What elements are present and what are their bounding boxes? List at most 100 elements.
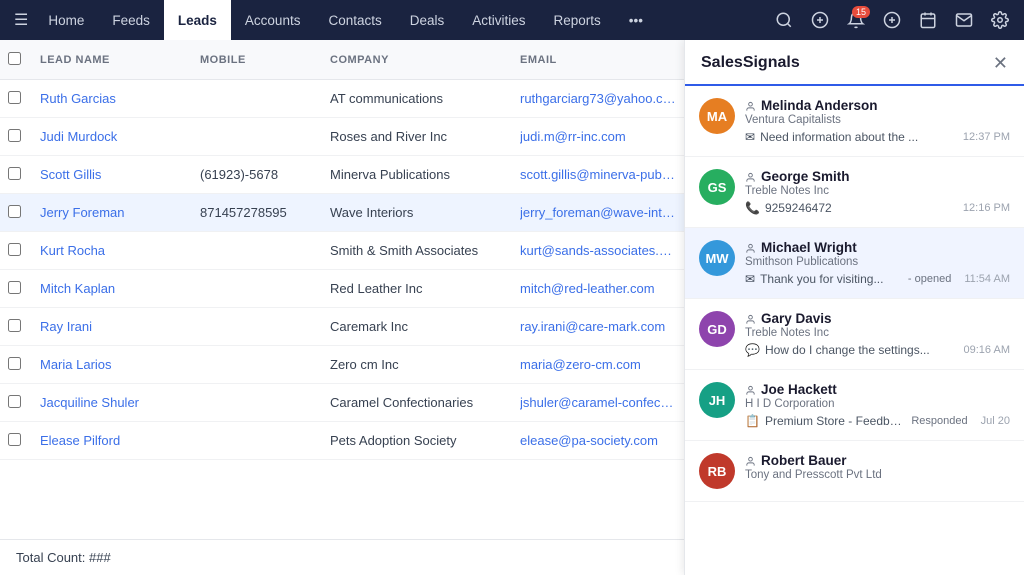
search-button[interactable] [768,4,800,36]
signal-name: George Smith [761,169,850,184]
row-checkbox[interactable] [8,205,40,221]
signal-time: 12:16 PM [963,202,1010,214]
signal-company: H I D Corporation [745,398,1010,410]
table-row: Maria Larios Zero cm Inc maria@zero-cm.c… [0,346,684,384]
notification-badge: 15 [852,6,870,18]
row-checkbox[interactable] [8,395,40,411]
table-row: Scott Gillis (61923)-5678 Minerva Public… [0,156,684,194]
lead-name[interactable]: Ray Irani [40,319,200,334]
lead-name[interactable]: Kurt Rocha [40,243,200,258]
avatar: MA [699,98,735,134]
lead-name[interactable]: Jacquiline Shuler [40,395,200,410]
row-checkbox[interactable] [8,129,40,145]
nav-reports[interactable]: Reports [540,0,615,40]
lead-name[interactable]: Maria Larios [40,357,200,372]
email-icon: ✉ [745,272,755,286]
signals-title: SalesSignals [701,54,800,72]
main-area: LEAD NAME MOBILE COMPANY EMAIL Ruth Garc… [0,40,1024,575]
nav-deals[interactable]: Deals [396,0,459,40]
row-checkbox[interactable] [8,319,40,335]
signal-item[interactable]: GD Gary Davis Treble Notes Inc 💬 How do … [685,299,1024,370]
lead-name[interactable]: Jerry Foreman [40,205,200,220]
signal-name: Gary Davis [761,311,832,326]
row-checkbox[interactable] [8,91,40,107]
lead-mobile: 871457278595 [200,205,330,220]
signal-status: - opened [908,273,951,285]
person-icon [745,243,756,254]
lead-email[interactable]: jshuler@caramel-confectionaries... [520,395,676,410]
lead-name[interactable]: Ruth Garcias [40,91,200,106]
lead-email[interactable]: ruthgarciarg73@yahoo.com [520,91,676,106]
signal-item-active[interactable]: MW Michael Wright Smithson Publications … [685,228,1024,299]
row-checkbox[interactable] [8,357,40,373]
table-row: Elease Pilford Pets Adoption Society ele… [0,422,684,460]
lead-company: Caramel Confectionaries [330,395,520,410]
signal-message-text: 9259246472 [765,201,950,215]
nav-contacts[interactable]: Contacts [314,0,395,40]
calendar-button[interactable] [912,4,944,36]
lead-email[interactable]: elease@pa-society.com [520,433,676,448]
add-button[interactable] [876,4,908,36]
lead-name[interactable]: Judi Murdock [40,129,200,144]
signal-item[interactable]: MA Melinda Anderson Ventura Capitalists … [685,86,1024,157]
table-header: LEAD NAME MOBILE COMPANY EMAIL [0,40,684,80]
lead-name[interactable]: Elease Pilford [40,433,200,448]
row-checkbox[interactable] [8,167,40,183]
lead-name[interactable]: Mitch Kaplan [40,281,200,296]
lead-email[interactable]: mitch@red-leather.com [520,281,676,296]
signal-content: Gary Davis Treble Notes Inc 💬 How do I c… [745,311,1010,357]
col-lead-name: LEAD NAME [40,54,200,66]
lead-company: Wave Interiors [330,205,520,220]
signal-item[interactable]: JH Joe Hackett H I D Corporation 📋 Premi… [685,370,1024,441]
signal-message: ✉ Need information about the ... 12:37 P… [745,130,1010,144]
signal-item[interactable]: RB Robert Bauer Tony and Presscott Pvt L… [685,441,1024,502]
signals-list: MA Melinda Anderson Ventura Capitalists … [685,86,1024,575]
col-mobile: MOBILE [200,54,330,66]
signal-company: Tony and Presscott Pvt Ltd [745,469,1010,481]
table-row: Ray Irani Caremark Inc ray.irani@care-ma… [0,308,684,346]
row-checkbox[interactable] [8,243,40,259]
nav-feeds[interactable]: Feeds [98,0,164,40]
hamburger-menu[interactable]: ☰ [8,4,34,36]
nav-activities[interactable]: Activities [458,0,539,40]
lead-name[interactable]: Scott Gillis [40,167,200,182]
lead-company: Smith & Smith Associates [330,243,520,258]
lead-company: Minerva Publications [330,167,520,182]
signal-item[interactable]: GS George Smith Treble Notes Inc 📞 92592… [685,157,1024,228]
chat-icon: 💬 [745,343,760,357]
lead-email[interactable]: ray.irani@care-mark.com [520,319,676,334]
lead-email[interactable]: maria@zero-cm.com [520,357,676,372]
select-all-checkbox[interactable] [8,52,40,68]
avatar: GS [699,169,735,205]
lead-email[interactable]: jerry_foreman@wave-interiors.c... [520,205,676,220]
signals-close-button[interactable]: ✕ [993,54,1008,72]
game-icon[interactable] [804,4,836,36]
signal-company: Treble Notes Inc [745,327,1010,339]
row-checkbox[interactable] [8,281,40,297]
avatar: MW [699,240,735,276]
nav-leads[interactable]: Leads [164,0,231,40]
mail-button[interactable] [948,4,980,36]
signal-name: Joe Hackett [761,382,837,397]
lead-email[interactable]: kurt@sands-associates.com [520,243,676,258]
nav-home[interactable]: Home [34,0,98,40]
signal-content: Michael Wright Smithson Publications ✉ T… [745,240,1010,286]
lead-email[interactable]: scott.gillis@minerva-publications... [520,167,676,182]
lead-company: Zero cm Inc [330,357,520,372]
signal-message-text: Thank you for visiting... [760,272,899,286]
signal-message-text: How do I change the settings... [765,343,951,357]
top-nav: ☰ Home Feeds Leads Accounts Contacts Dea… [0,0,1024,40]
nav-items: Home Feeds Leads Accounts Contacts Deals… [34,0,657,40]
settings-button[interactable] [984,4,1016,36]
doc-icon: 📋 [745,414,760,428]
signal-time: 09:16 AM [964,344,1010,356]
col-email: EMAIL [520,54,676,66]
lead-email[interactable]: judi.m@rr-inc.com [520,129,676,144]
signal-company: Treble Notes Inc [745,185,1010,197]
lead-company: Pets Adoption Society [330,433,520,448]
row-checkbox[interactable] [8,433,40,449]
leads-panel: LEAD NAME MOBILE COMPANY EMAIL Ruth Garc… [0,40,684,575]
notification-button[interactable]: 15 [840,4,872,36]
nav-more[interactable]: ••• [615,0,657,40]
nav-accounts[interactable]: Accounts [231,0,315,40]
